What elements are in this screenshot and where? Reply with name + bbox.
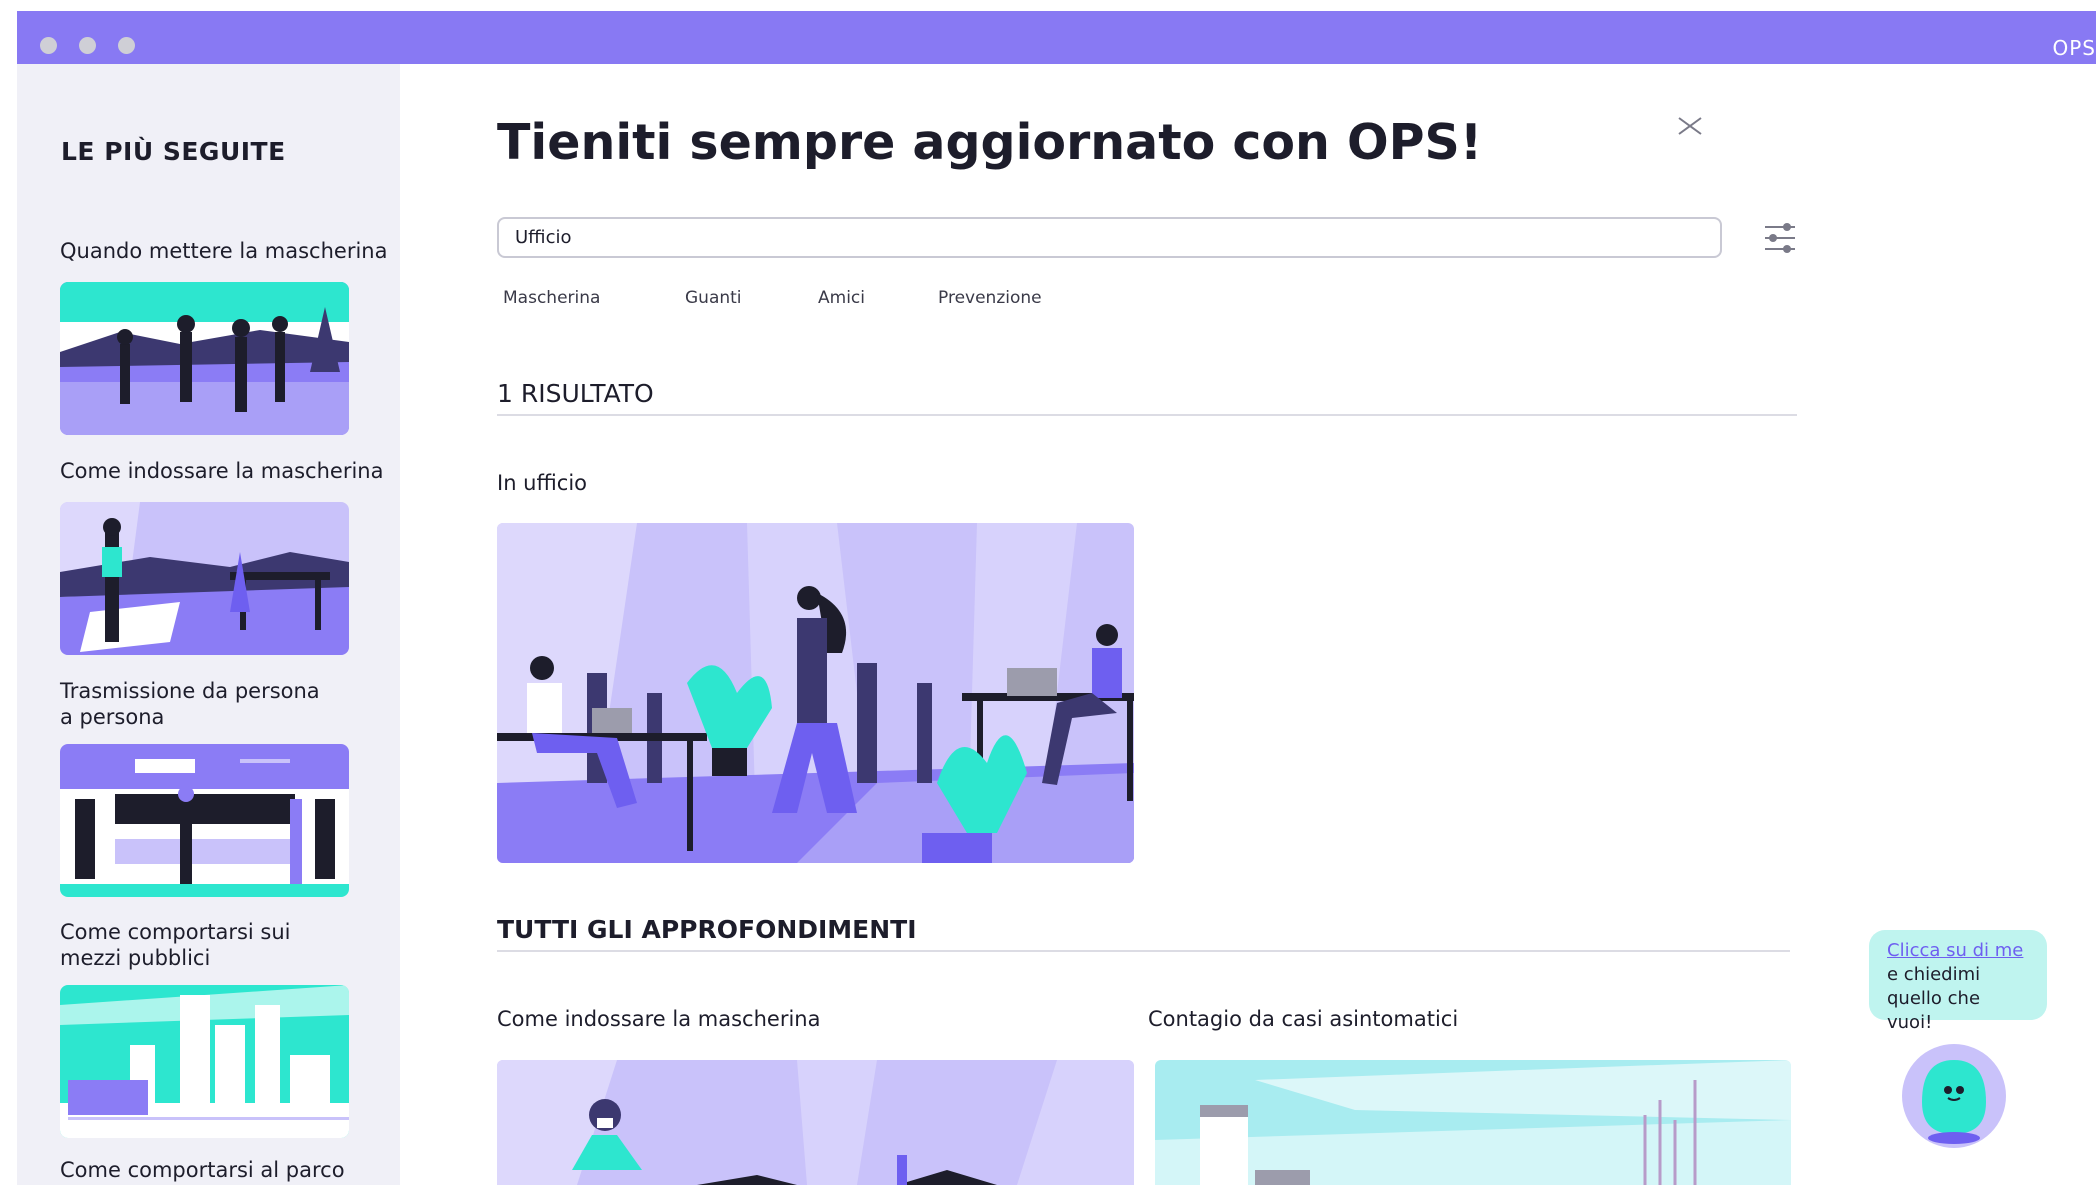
filter-chip-amici[interactable]: Amici	[818, 288, 865, 308]
result-image-office[interactable]	[497, 523, 1134, 863]
filter-settings-icon[interactable]	[1763, 221, 1797, 255]
window-minimize-dot[interactable]	[79, 37, 96, 54]
card-image-wear-mask[interactable]	[497, 1060, 1134, 1185]
window-close-dot[interactable]	[40, 37, 57, 54]
sidebar-thumbnail-wear-mask[interactable]	[60, 502, 349, 655]
window-maximize-dot[interactable]	[118, 37, 135, 54]
filter-chip-guanti[interactable]: Guanti	[685, 288, 742, 308]
all-articles-heading: TUTTI GLI APPROFONDIMENTI	[497, 915, 917, 944]
filter-chip-prevenzione[interactable]: Prevenzione	[938, 288, 1042, 308]
chatbot-avatar-icon[interactable]	[1900, 1042, 2008, 1150]
page-title: Tieniti sempre aggiornato con OPS!	[497, 114, 1483, 171]
sidebar-item-label[interactable]: Trasmissione da persona a persona	[60, 678, 320, 730]
window-titlebar: OPS	[17, 11, 2096, 64]
all-articles-divider	[497, 950, 1790, 952]
result-title[interactable]: In ufficio	[497, 471, 587, 495]
card-title[interactable]: Contagio da casi asintomatici	[1148, 1007, 1458, 1031]
sidebar-thumbnail-transport[interactable]	[60, 985, 349, 1138]
results-heading: 1 RISULTATO	[497, 379, 654, 408]
chatbot-bubble[interactable]: Clicca su di me e chiedimi quello che vu…	[1869, 930, 2047, 1033]
filter-chip-mascherina[interactable]: Mascherina	[503, 288, 600, 308]
collapse-icon[interactable]	[1676, 114, 1704, 138]
app-name: OPS	[2052, 36, 2096, 60]
chatbot-link[interactable]: Clicca su di me	[1887, 939, 2029, 963]
sidebar-title: LE PIÙ SEGUITE	[61, 137, 286, 166]
sidebar: LE PIÙ SEGUITE Quando mettere la mascher…	[17, 64, 400, 1185]
sidebar-item-label[interactable]: Quando mettere la mascherina	[60, 238, 387, 264]
chatbot-line-1: e chiedimi	[1887, 964, 1981, 985]
sidebar-thumbnail-mask-when[interactable]	[60, 282, 349, 435]
results-divider	[497, 414, 1797, 416]
sidebar-item-label[interactable]: Come comportarsi sui mezzi pubblici	[60, 919, 320, 971]
sidebar-thumbnail-transmission[interactable]	[60, 744, 349, 897]
chatbot-line-2: quello che vuoi!	[1887, 988, 1981, 1033]
card-image-asymptomatic[interactable]	[1155, 1060, 1791, 1185]
sidebar-item-label[interactable]: Come comportarsi al parco	[60, 1157, 345, 1183]
card-title[interactable]: Come indossare la mascherina	[497, 1007, 820, 1031]
sidebar-item-label[interactable]: Come indossare la mascherina	[60, 458, 383, 484]
search-input[interactable]	[497, 217, 1722, 258]
